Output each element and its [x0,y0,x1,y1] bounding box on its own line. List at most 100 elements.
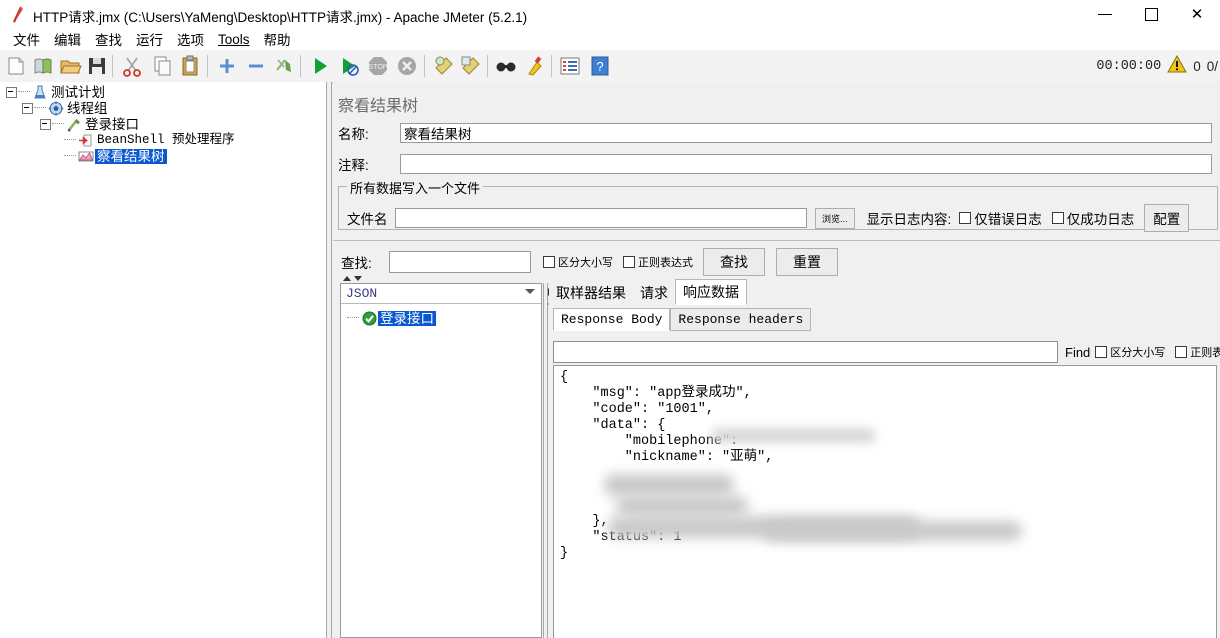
paste-icon[interactable] [178,54,202,78]
checkbox-icon [1051,212,1064,224]
stop-icon[interactable]: STOP [366,54,390,78]
errors-only-checkbox[interactable]: 仅错误日志 [959,208,1042,228]
renderer-combobox[interactable]: JSON [341,284,541,304]
tree-node-thread-group[interactable]: 线程组 [0,100,326,116]
tab-sampler-result[interactable]: 取样器结果 [549,281,633,305]
menu-edit[interactable]: 编辑 [47,28,88,50]
collapse-icon[interactable] [244,54,268,78]
cut-icon[interactable] [120,54,144,78]
results-detail-splitter[interactable] [543,283,548,638]
search-reset-button[interactable]: 重置 [776,248,838,276]
start-no-pause-icon[interactable] [337,54,361,78]
subtab-response-body[interactable]: Response Body [553,308,671,331]
help-icon[interactable]: ? [588,54,612,78]
tree-node-beanshell-preprocessor[interactable]: BeanShell 预处理程序 [0,132,326,148]
response-case-sensitive-checkbox[interactable]: 区分大小写 [1095,344,1165,360]
subtab-response-headers[interactable]: Response headers [670,308,812,331]
response-subtabs: Response Body Response headers [553,308,812,331]
new-icon[interactable] [4,54,28,78]
tree-connector [34,107,46,109]
copy-icon[interactable] [151,54,175,78]
filename-input[interactable] [395,208,807,228]
tree-panel-splitter[interactable] [326,82,332,638]
comment-row: 注释: [338,154,1218,174]
tab-response-data[interactable]: 响应数据 [675,279,747,305]
success-only-label: 仅成功日志 [1066,212,1135,227]
name-input[interactable] [400,123,1212,143]
menu-tools-label: Tools [218,31,250,47]
expand-toggle-icon[interactable] [6,86,17,98]
search-regex-checkbox[interactable]: 正则表达式 [623,254,693,270]
success-only-checkbox[interactable]: 仅成功日志 [1051,208,1135,228]
search-find-button[interactable]: 查找 [703,248,765,276]
result-item-login-api[interactable]: 登录接口 [347,310,436,326]
vertical-splitter-arrows[interactable] [343,276,362,281]
svg-text:STOP: STOP [369,64,388,71]
search-icon[interactable] [494,54,518,78]
checkbox-icon [1175,346,1188,358]
function-helper-icon[interactable] [558,54,582,78]
tree-connector [52,123,64,125]
search-case-sensitive-checkbox[interactable]: 区分大小写 [543,254,613,270]
tree-label-http-sampler: 登录接口 [85,116,139,132]
comment-input[interactable] [400,154,1212,174]
warning-triangle-icon[interactable] [1167,54,1188,77]
warning-count: 0 [1193,58,1201,74]
clear-icon[interactable] [432,54,456,78]
response-find-input[interactable] [553,341,1058,363]
minimize-button[interactable] [1082,0,1128,28]
tree-label-beanshell-preprocessor: BeanShell 预处理程序 [97,132,235,147]
browse-button[interactable]: 浏览... [815,207,855,229]
tree-label-thread-group: 线程组 [67,100,108,116]
templates-icon[interactable] [31,54,55,78]
tree-label-view-results-tree: 察看结果树 [95,148,167,164]
search-label: 查找: [341,256,372,271]
maximize-button[interactable] [1128,0,1174,28]
tree-node-view-results-tree[interactable]: 察看结果树 [0,148,326,164]
menu-tools[interactable]: Tools [211,31,257,48]
redaction-overlay [764,521,1022,541]
clear-all-icon[interactable] [459,54,483,78]
shutdown-icon[interactable] [395,54,419,78]
close-icon: ✕ [1190,5,1204,23]
menu-run[interactable]: 运行 [129,28,170,50]
tree-node-test-plan[interactable]: 测试计划 [0,84,326,100]
splitter-up-icon[interactable] [343,276,351,281]
expand-toggle-icon[interactable] [22,102,33,114]
splitter-down-icon[interactable] [354,276,362,281]
tree-node-http-sampler[interactable]: 登录接口 [0,116,326,132]
window-controls: ✕ [1082,0,1220,28]
detail-tabs: 取样器结果 请求 响应数据 [549,279,747,305]
toggle-icon[interactable] [272,54,296,78]
window-title: HTTP请求.jmx (C:\Users\YaMeng\Desktop\HTTP… [33,10,528,25]
tab-request[interactable]: 请求 [633,281,675,305]
response-body-viewer[interactable]: { "msg": "app登录成功", "code": "1001", "dat… [553,365,1217,638]
menu-help[interactable]: 帮助 [257,28,298,50]
search-input[interactable] [389,251,531,273]
search-row: 查找: 区分大小写 正则表达式 查找 重置 [341,248,838,276]
redaction-overlay [616,496,748,516]
menu-search[interactable]: 查找 [88,28,129,50]
checkbox-icon [543,256,555,268]
reset-search-icon[interactable] [521,54,545,78]
menu-options[interactable]: 选项 [170,28,211,50]
open-icon[interactable] [58,54,82,78]
menu-file[interactable]: 文件 [6,28,47,50]
results-tree-pane: JSON 登录接口 [340,283,542,638]
close-button[interactable]: ✕ [1174,0,1220,28]
comment-label: 注释: [338,158,369,173]
expand-icon[interactable] [215,54,239,78]
response-regex-checkbox[interactable]: 正则表达式 [1175,344,1220,360]
jmeter-feather-icon [10,5,26,23]
expand-toggle-icon[interactable] [40,118,51,130]
configure-button[interactable]: 配置 [1144,204,1190,232]
start-icon[interactable] [308,54,332,78]
checkbox-icon [1095,346,1108,358]
result-item-label: 登录接口 [378,310,436,326]
search-regex-label: 正则表达式 [638,257,693,269]
svg-text:?: ? [596,59,603,74]
errors-only-label: 仅错误日志 [974,212,1042,227]
results-search-bar: 查找: 区分大小写 正则表达式 查找 重置 [333,240,1220,278]
save-icon[interactable] [85,54,109,78]
active-thread-count: 0/ [1206,58,1218,74]
